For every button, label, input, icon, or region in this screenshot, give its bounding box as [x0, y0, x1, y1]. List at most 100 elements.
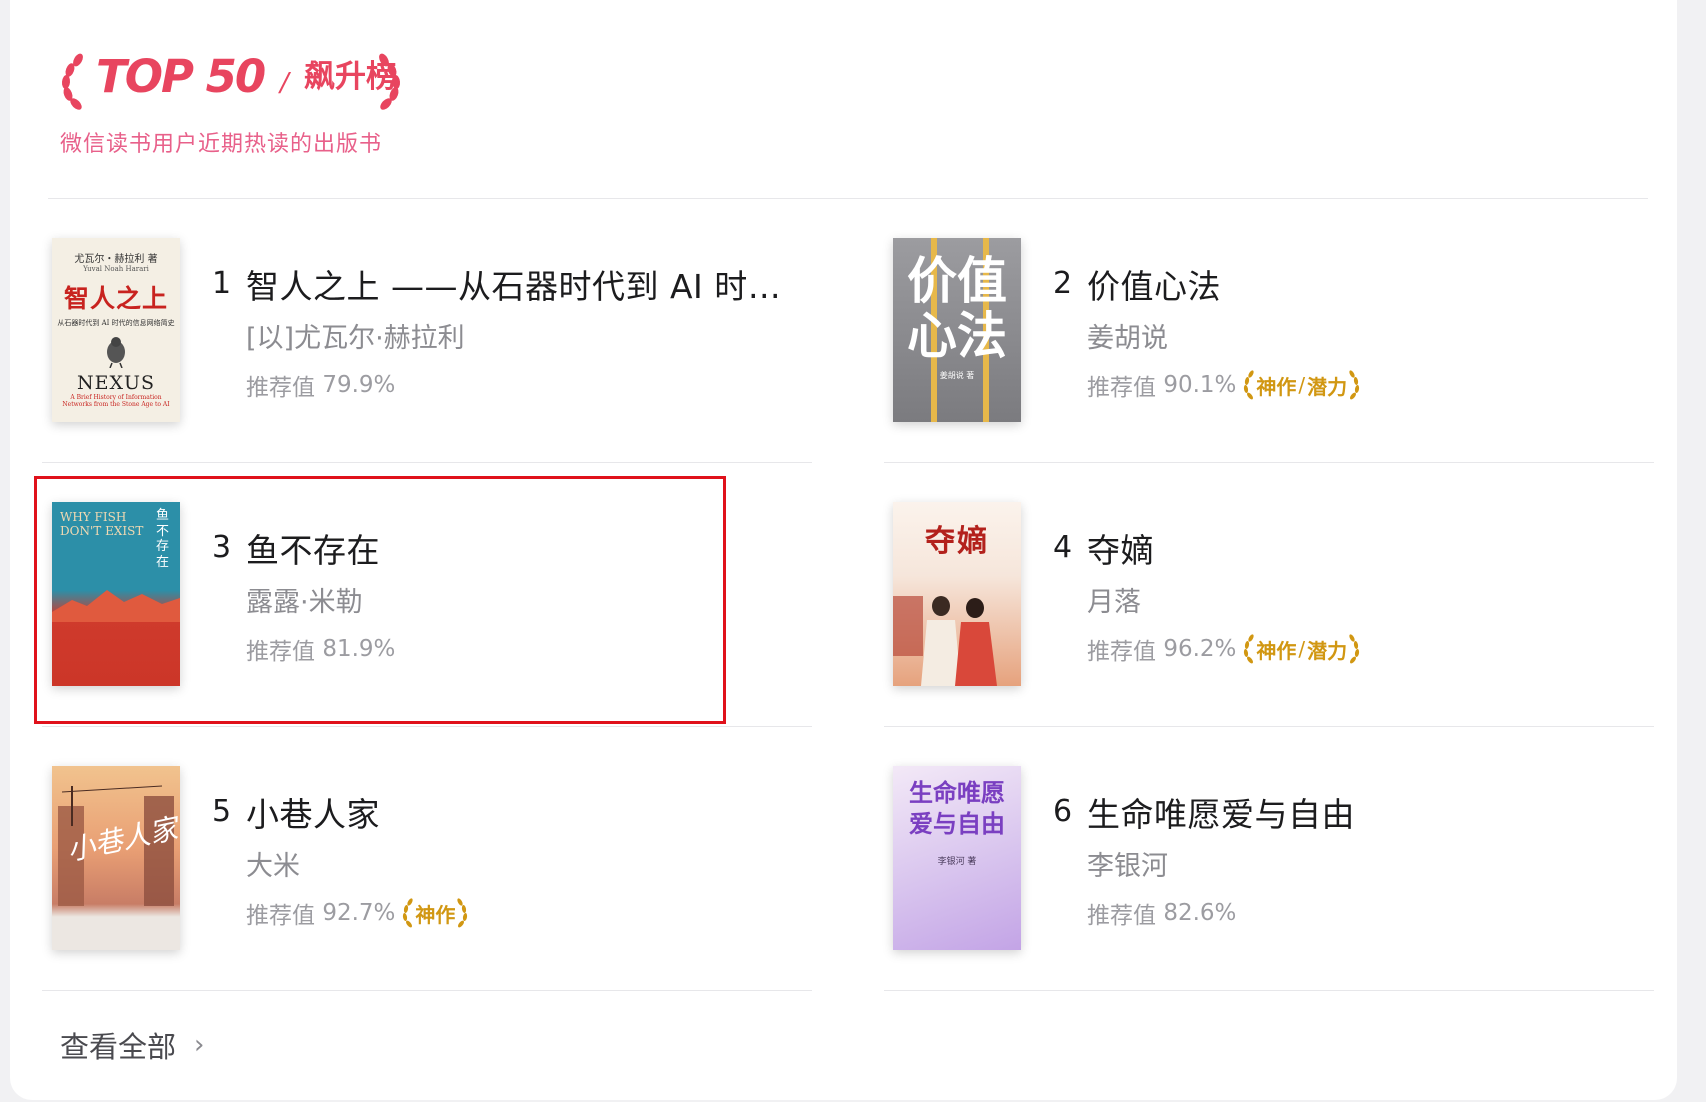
cover-title: 价值 — [907, 252, 1007, 310]
cover-title: 夺嫡 — [925, 524, 989, 559]
book-item-1[interactable]: 尤瓦尔・赫拉利 著 Yuval Noah Harari 智人之上 从石器时代到 … — [20, 200, 806, 422]
rec-value: 90.1% — [1163, 372, 1237, 398]
book-cover[interactable]: 小巷人家 — [52, 766, 180, 950]
rec-value: 96.2% — [1163, 636, 1237, 662]
rank-number: 6 — [1053, 794, 1073, 829]
book-title[interactable]: 价值心法 — [1087, 260, 1221, 308]
row-divider — [884, 990, 1654, 991]
rec-label: 推荐值 — [246, 639, 315, 665]
rank-number: 2 — [1053, 266, 1073, 301]
recommendation: 推荐值 96.2% 神作 / 潜力 — [1087, 632, 1361, 666]
rec-value: 81.9% — [322, 636, 396, 662]
recommendation: 推荐值 92.7% 神作 — [246, 896, 469, 930]
badge-separator: / — [1298, 373, 1306, 397]
top50-logo: TOP 50 / 飙升榜 — [58, 50, 408, 114]
rec-label: 推荐值 — [1087, 639, 1156, 665]
row-divider — [42, 726, 812, 727]
book-author[interactable]: 露露·米勒 — [246, 580, 363, 619]
recommendation: 推荐值 90.1% 神作 / 潜力 — [1087, 368, 1361, 402]
cover-text: 从石器时代到 AI 时代的信息网络简史 — [57, 319, 175, 327]
laurel-right-icon — [379, 53, 401, 110]
rank-number: 4 — [1053, 530, 1073, 565]
row-divider — [884, 726, 1654, 727]
badge-masterpiece: 神作 — [415, 902, 456, 927]
award-badge: 神作 / 潜力 — [1242, 369, 1361, 401]
rank-number: 5 — [212, 794, 232, 829]
cover-title: 心法 — [907, 307, 1007, 365]
book-author[interactable]: [以]尤瓦尔·赫拉利 — [246, 316, 465, 355]
badge-masterpiece: 神作 — [1256, 638, 1297, 663]
laurel-right-icon — [1349, 370, 1360, 400]
book-item-5[interactable]: 小巷人家 5 小巷人家 大米 推荐值 92.7% 神作 — [20, 728, 780, 950]
book-cover[interactable]: 价值 心法 姜胡说 著 — [893, 238, 1021, 422]
book-title[interactable]: 生命唯愿爱与自由 — [1087, 788, 1355, 836]
laurel-left-icon — [1244, 634, 1255, 664]
ranking-subtitle: 微信读书用户近期热读的出版书 — [60, 132, 383, 157]
cover-text: 姜胡说 著 — [939, 371, 975, 380]
cover-text: 尤瓦尔・赫拉利 著 — [74, 254, 158, 265]
book-title[interactable]: 智人之上 ——从石器时代到 AI 时代... — [246, 260, 806, 308]
cover-title: 智人之上 — [63, 284, 168, 313]
recommendation: 推荐值 82.6% — [1087, 896, 1236, 930]
book-item-6[interactable]: 生命唯愿 爱与自由 李银河 著 6 生命唯愿爱与自由 李银河 推荐值 82.6% — [861, 728, 1621, 950]
top50-wordmark: TOP 50 — [96, 50, 266, 103]
view-all-link[interactable]: 查看全部 › — [60, 1024, 204, 1066]
view-all-label: 查看全部 — [60, 1030, 177, 1064]
badge-separator: / — [1298, 637, 1306, 661]
laurel-left-icon — [61, 53, 83, 110]
rec-value: 92.7% — [322, 900, 396, 926]
header-divider — [48, 198, 1648, 199]
book-item-3[interactable]: WHY FISH DON'T EXIST 鱼不存在 3 鱼不存在 露露·米勒 推… — [20, 464, 780, 686]
book-author[interactable]: 姜胡说 — [1087, 316, 1168, 355]
cover-title: 爱与自由 — [909, 810, 1005, 839]
pigeon-icon — [107, 337, 125, 369]
cover-text: 李银河 著 — [937, 857, 977, 868]
rank-number: 1 — [212, 266, 232, 301]
cover-title-en: NEXUS — [76, 372, 156, 394]
book-cover[interactable]: 夺嫡 — [893, 502, 1021, 686]
chevron-right-icon: › — [194, 1030, 205, 1060]
couple-illustration-icon — [893, 596, 997, 686]
row-divider — [42, 990, 812, 991]
badge-potential: 潜力 — [1307, 638, 1348, 663]
row-divider — [42, 462, 812, 463]
badge-potential: 潜力 — [1307, 374, 1348, 399]
book-cover[interactable]: 生命唯愿 爱与自由 李银河 著 — [893, 766, 1021, 950]
book-author[interactable]: 月落 — [1087, 580, 1141, 619]
award-badge: 神作 — [401, 897, 469, 929]
row-divider — [884, 462, 1654, 463]
book-item-4[interactable]: 夺嫡 4 夺嫡 月落 推荐值 96.2% 神作 / 潜力 — [861, 464, 1621, 686]
rec-label: 推荐值 — [1087, 375, 1156, 401]
book-author[interactable]: 李银河 — [1087, 844, 1168, 883]
rank-number: 3 — [212, 530, 232, 565]
ranking-card: TOP 50 / 飙升榜 微信读书用户近期热读的出版书 尤瓦尔・赫拉利 著 Yu… — [10, 0, 1677, 1100]
cover-text: A Brief History of Information Networks … — [62, 394, 170, 408]
mountain-icon — [52, 590, 180, 622]
rec-label: 推荐值 — [1087, 903, 1156, 929]
recommendation: 推荐值 79.9% — [246, 368, 395, 402]
recommendation: 推荐值 81.9% — [246, 632, 395, 666]
rec-label: 推荐值 — [246, 375, 315, 401]
laurel-left-icon — [1244, 370, 1255, 400]
book-title[interactable]: 小巷人家 — [246, 788, 380, 836]
rec-label: 推荐值 — [246, 903, 315, 929]
book-cover[interactable]: 尤瓦尔・赫拉利 著 Yuval Noah Harari 智人之上 从石器时代到 … — [52, 238, 180, 422]
cover-text: Yuval Noah Harari — [83, 265, 149, 273]
rec-value: 79.9% — [322, 372, 396, 398]
book-title[interactable]: 鱼不存在 — [246, 524, 380, 572]
rec-value: 82.6% — [1163, 900, 1237, 926]
laurel-right-icon — [457, 898, 468, 928]
book-cover[interactable]: WHY FISH DON'T EXIST 鱼不存在 — [52, 502, 180, 686]
award-badge: 神作 / 潜力 — [1242, 633, 1361, 665]
cover-title: 生命唯愿 — [909, 779, 1005, 807]
book-title[interactable]: 夺嫡 — [1087, 524, 1154, 572]
cover-title-en: DON'T EXIST — [60, 524, 144, 538]
laurel-right-icon — [1349, 634, 1360, 664]
cover-title-en: WHY FISH — [60, 510, 127, 524]
badge-masterpiece: 神作 — [1256, 374, 1297, 399]
book-author[interactable]: 大米 — [246, 844, 300, 883]
logo-slash: / — [280, 68, 289, 98]
book-item-2[interactable]: 价值 心法 姜胡说 著 2 价值心法 姜胡说 推荐值 90.1% 神作 / 潜力 — [861, 200, 1621, 422]
cover-title: 鱼不存在 — [156, 508, 170, 570]
laurel-left-icon — [403, 898, 414, 928]
